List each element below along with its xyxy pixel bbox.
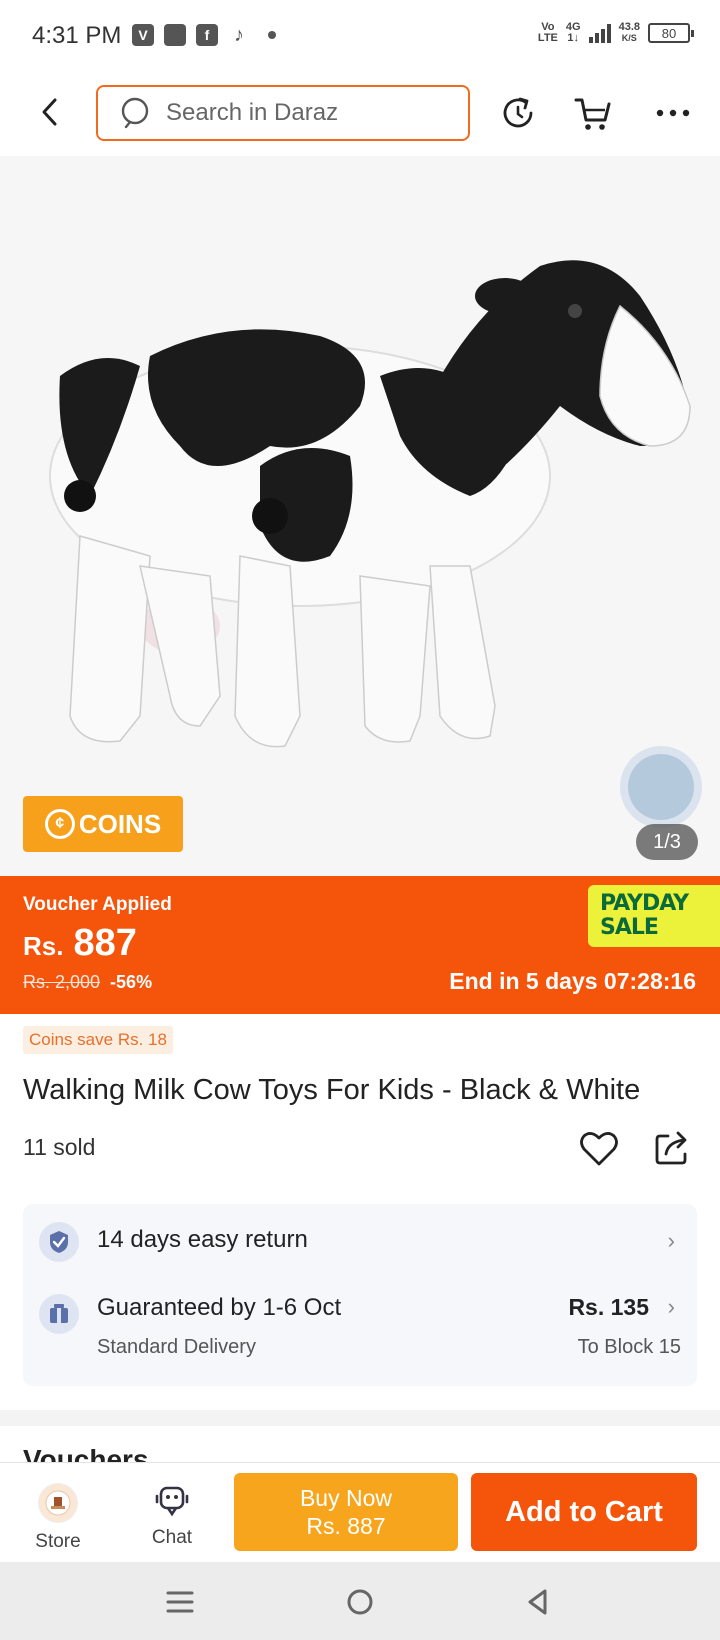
store-button[interactable]: Store: [22, 1483, 94, 1553]
buy-now-button[interactable]: Buy Now Rs. 887: [234, 1473, 458, 1551]
section-divider: [0, 1410, 720, 1426]
delivery-type: Standard Delivery: [97, 1336, 256, 1358]
network-type: 4G 1↓: [565, 21, 581, 44]
buy-now-price: Rs. 887: [306, 1513, 386, 1539]
history-button[interactable]: [495, 90, 541, 136]
delivery-location: To Block 15: [577, 1336, 681, 1358]
back-triangle-icon: [528, 1589, 547, 1615]
payday-sale-line2: SALE: [600, 915, 659, 940]
home-circle-icon: [347, 1589, 373, 1615]
chevron-right-icon: ›: [667, 1294, 675, 1319]
return-policy-text: 14 days easy return: [97, 1226, 308, 1253]
product-image-gallery[interactable]: ¢ COINS 1/3: [0, 156, 720, 876]
search-placeholder: Search in Daraz: [166, 99, 339, 126]
tiktok-app-icon: ♪: [234, 23, 244, 46]
chat-button[interactable]: Chat: [136, 1483, 208, 1549]
delivery-guarantee-text: Guaranteed by 1-6 Oct: [97, 1294, 342, 1321]
buy-now-label: Buy Now: [299, 1485, 393, 1511]
add-to-cart-button[interactable]: Add to Cart: [471, 1473, 697, 1551]
store-avatar: [38, 1483, 78, 1523]
delivery-row[interactable]: Guaranteed by 1-6 Oct Standard Delivery …: [39, 1292, 681, 1372]
original-price-row: Rs. 2,000 -56%: [23, 972, 152, 993]
shield-check-icon: [39, 1222, 79, 1262]
product-image-cow-toy: [0, 156, 720, 876]
home-button[interactable]: [340, 1582, 380, 1622]
services-card: 14 days easy return › Guaranteed by 1-6 …: [23, 1204, 697, 1386]
more-dots-icon: [656, 109, 690, 117]
system-back-button[interactable]: [518, 1582, 558, 1622]
return-policy-row[interactable]: 14 days easy return ›: [39, 1220, 681, 1264]
current-price: Rs. 887: [23, 922, 137, 965]
share-icon: [655, 1131, 687, 1165]
voucher-applied-label: Voucher Applied: [23, 894, 172, 915]
gallery-app-icon: [164, 24, 186, 46]
price-banner: Voucher Applied Rs. 887 Rs. 2,000 -56% P…: [0, 876, 720, 1014]
status-time: 4:31 PM: [32, 22, 122, 49]
search-input[interactable]: Search in Daraz: [96, 85, 470, 141]
floating-assistant-button[interactable]: [620, 746, 702, 828]
refresh-history-icon: [503, 97, 533, 128]
delivery-box-icon: [39, 1294, 79, 1334]
coins-badge: ¢ COINS: [23, 796, 183, 852]
status-bar: 4:31 PM V f ♪ Vo LTE 4G 1↓ 43.8 K/S 80: [0, 0, 720, 72]
back-button[interactable]: [30, 92, 70, 132]
vpn-app-icon: V: [132, 24, 154, 46]
cart-icon: [574, 98, 611, 130]
top-bar: Search in Daraz: [0, 72, 720, 156]
cart-button[interactable]: [570, 90, 616, 136]
sold-count: 11 sold: [23, 1134, 96, 1160]
store-label: Store: [35, 1531, 81, 1552]
coin-icon: ¢: [44, 809, 75, 839]
chat-bot-icon: [155, 1486, 189, 1517]
status-indicators: Vo LTE 4G 1↓ 43.8 K/S 80: [537, 21, 694, 44]
original-price: Rs. 2,000: [23, 972, 101, 992]
image-counter: 1/3: [636, 824, 698, 860]
search-icon: [120, 96, 154, 130]
battery-icon: 80: [648, 23, 694, 43]
chat-label: Chat: [151, 1527, 193, 1548]
coins-save-tag: Coins save Rs. 18: [23, 1026, 173, 1054]
payday-sale-line1: PAYDAY: [600, 891, 689, 916]
share-button[interactable]: [652, 1128, 692, 1168]
chevron-right-icon: ›: [667, 1228, 675, 1253]
more-notifications-icon: [268, 31, 276, 39]
system-nav-bar: [0, 1562, 720, 1640]
heart-icon: [580, 1132, 618, 1166]
currency-prefix: Rs.: [23, 931, 64, 961]
chevron-left-icon: [42, 98, 57, 126]
menu-lines-icon: [166, 1591, 194, 1613]
network-speed: 43.8 K/S: [618, 21, 640, 44]
product-title: Walking Milk Cow Toys For Kids - Black &…: [23, 1074, 641, 1106]
sale-countdown: End in 5 days 07:28:16: [449, 968, 696, 994]
delivery-price: Rs. 135: [568, 1294, 649, 1320]
recent-apps-button[interactable]: [160, 1582, 200, 1622]
bottom-action-bar: Store Chat Buy Now Rs. 887 Add to Cart: [0, 1462, 720, 1562]
payday-sale-badge: PAYDAY SALE: [588, 885, 720, 947]
coins-badge-label: COINS: [78, 808, 162, 839]
volte-icon: Vo LTE: [537, 21, 558, 44]
facebook-app-icon: f: [196, 24, 218, 46]
wishlist-button[interactable]: [578, 1128, 620, 1170]
discount-percent: -56%: [110, 972, 153, 992]
signal-icon: [588, 23, 611, 43]
more-options-button[interactable]: [650, 90, 696, 136]
current-price-value: 887: [73, 922, 137, 964]
status-app-icons: V f ♪: [132, 24, 276, 46]
